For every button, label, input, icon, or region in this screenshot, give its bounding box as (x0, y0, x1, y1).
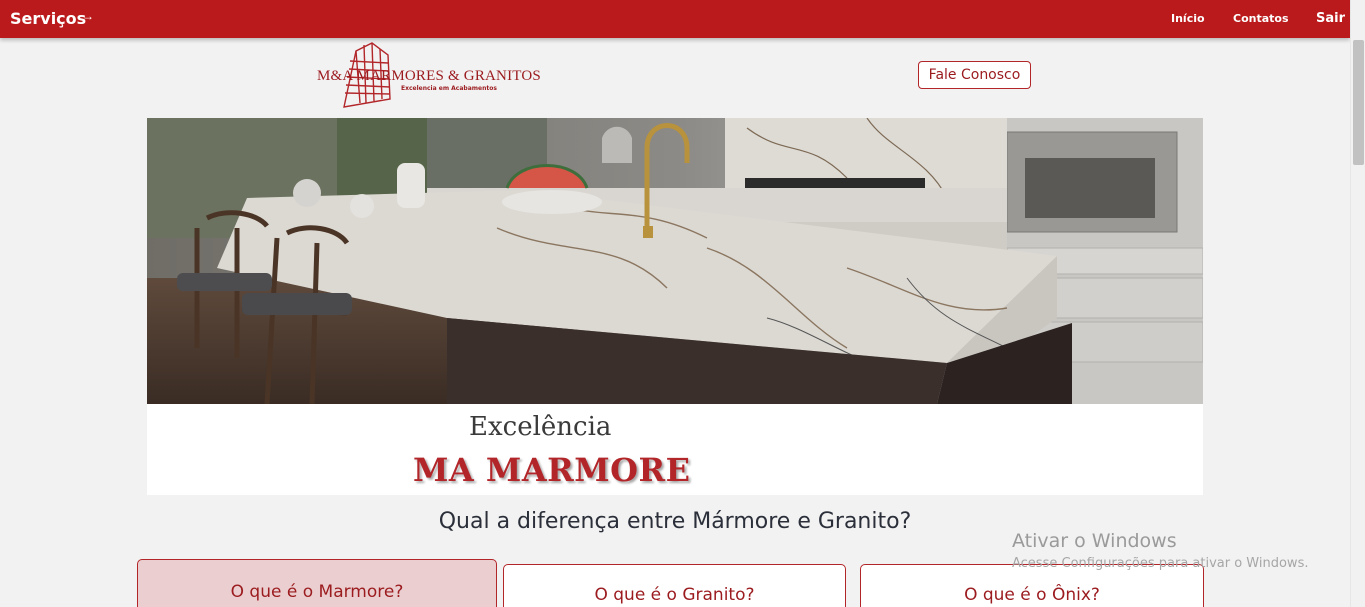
logo-name: M&A MARMORES & GRANITOS (317, 68, 541, 84)
card-marmore[interactable]: O que é o Marmore? (137, 559, 497, 607)
nav-link-contatos[interactable]: Contatos (1233, 12, 1289, 25)
contact-us-button[interactable]: Fale Conosco (918, 61, 1031, 89)
windows-activation-subtitle: Acesse Configurações para ativar o Windo… (1012, 556, 1309, 571)
services-menu[interactable]: Serviços (10, 9, 86, 28)
hero-title: MA MARMORE (413, 451, 691, 489)
hero-kicker: Excelência (469, 412, 612, 442)
arrow-right-icon[interactable]: → (82, 9, 94, 23)
scrollbar-thumb[interactable] (1353, 40, 1364, 165)
windows-activation-title: Ativar o Windows (1012, 530, 1177, 552)
logo-tagline: Excelencia em Acabamentos (401, 85, 497, 92)
top-navbar: Serviços → Início Contatos Sair (0, 0, 1350, 38)
hero-kitchen-image (147, 118, 1203, 404)
card-granito[interactable]: O que é o Granito? (503, 564, 846, 607)
logout-link[interactable]: Sair (1316, 11, 1345, 26)
company-logo[interactable]: M&A MARMORES & GRANITOS Excelencia em Ac… (316, 41, 541, 109)
kitchen-photo-illustration (147, 118, 1203, 404)
page-scrollbar[interactable] (1350, 0, 1365, 607)
hero-caption: Excelência MA MARMORE (147, 404, 1203, 495)
nav-link-inicio[interactable]: Início (1171, 12, 1205, 25)
